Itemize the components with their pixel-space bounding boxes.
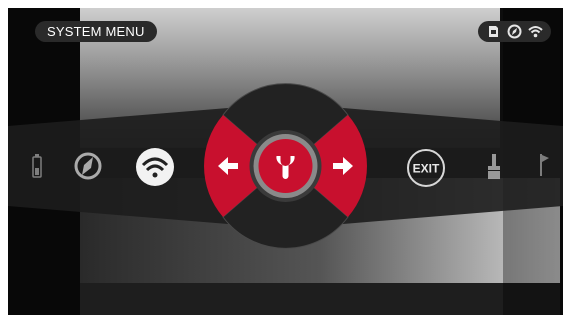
exit-label: EXIT (413, 162, 440, 176)
compass-icon[interactable] (74, 152, 102, 180)
wifi-icon[interactable] (136, 148, 174, 186)
battery-icon[interactable] (32, 154, 42, 178)
brush-icon[interactable] (488, 154, 500, 179)
exit-icon[interactable]: EXIT (407, 149, 445, 187)
flag-icon[interactable] (540, 154, 549, 176)
menu-dial: EXIT (32, 83, 549, 249)
screen: SYSTEM MENU EXIT (8, 8, 563, 315)
